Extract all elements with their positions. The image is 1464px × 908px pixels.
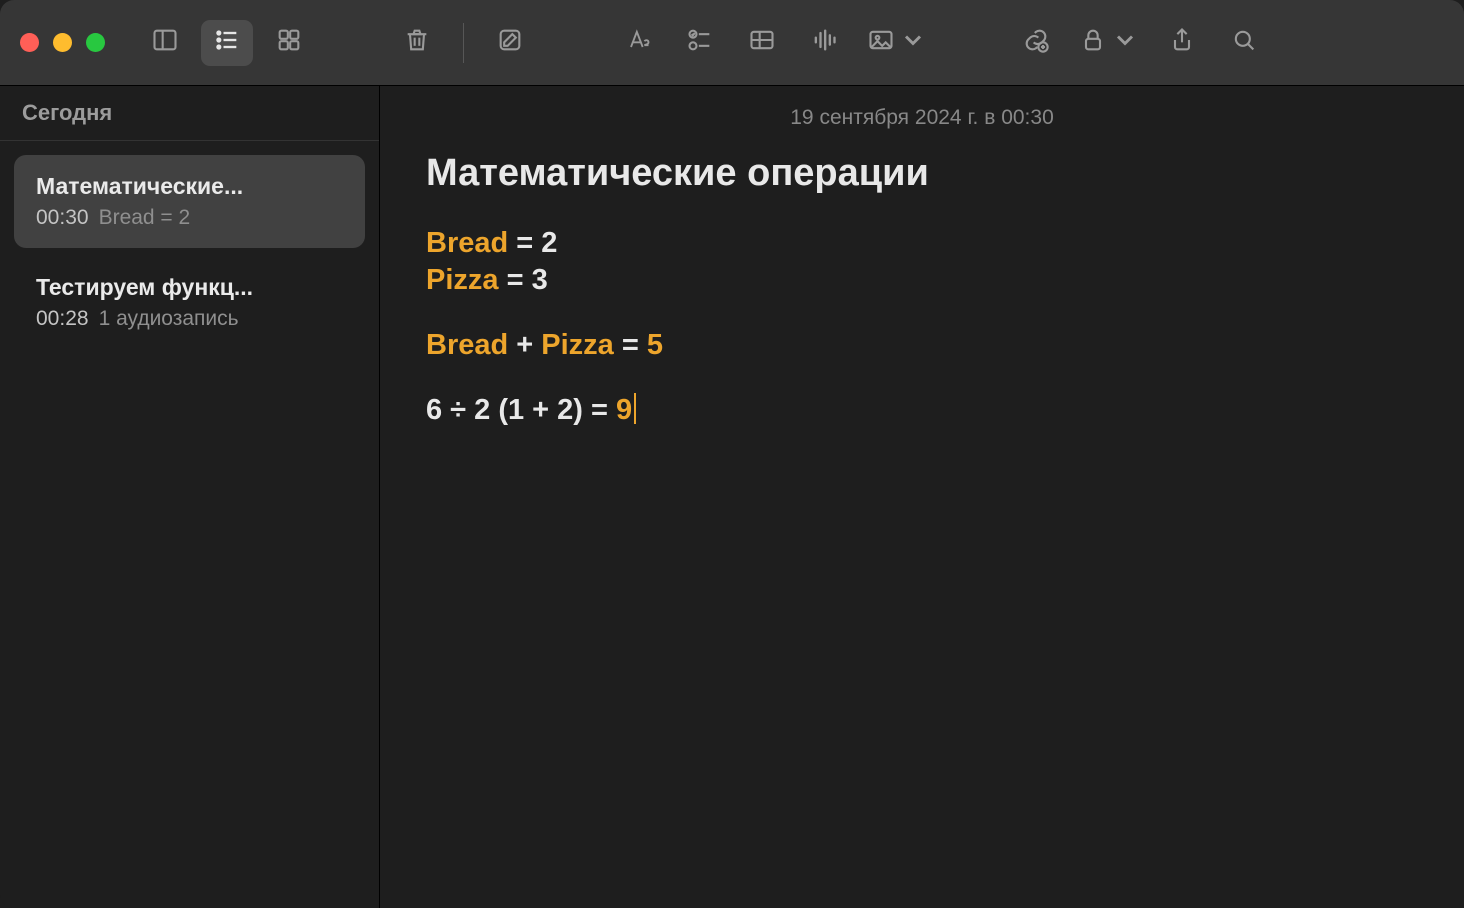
checklist-button[interactable]: [674, 20, 726, 66]
link-add-icon: [1022, 26, 1050, 59]
trash-icon: [403, 26, 431, 59]
list-view-button[interactable]: [201, 20, 253, 66]
chevron-down-icon: [899, 26, 927, 59]
note-list-item[interactable]: Тестируем функц... 00:28 1 аудиозапись: [14, 256, 365, 349]
math-text: =: [614, 329, 647, 361]
note-item-preview: 1 аудиозапись: [99, 307, 239, 331]
close-window-button[interactable]: [20, 33, 39, 52]
math-variable: Pizza: [541, 329, 614, 361]
grid-view-button[interactable]: [263, 20, 315, 66]
audio-waveform-icon: [810, 26, 838, 59]
note-item-subtitle: 00:30 Bread = 2: [36, 206, 343, 230]
minimize-window-button[interactable]: [53, 33, 72, 52]
note-item-title: Математические...: [36, 173, 343, 200]
sidebar-toggle-icon: [151, 26, 179, 59]
note-body[interactable]: Математические операции Bread = 2 Pizza …: [380, 134, 1464, 497]
grid-view-icon: [275, 26, 303, 59]
note-item-preview: Bread = 2: [99, 206, 191, 230]
note-item-time: 00:30: [36, 206, 89, 230]
audio-button[interactable]: [798, 20, 850, 66]
photo-icon: [867, 26, 895, 59]
note-list: Математические... 00:30 Bread = 2 Тестир…: [0, 141, 379, 363]
math-text: = 2: [508, 227, 557, 259]
math-line: Bread = 2: [426, 225, 1418, 262]
note-item-subtitle: 00:28 1 аудиозапись: [36, 307, 343, 331]
math-block: Bread + Pizza = 5: [426, 327, 1418, 364]
toolbar: [0, 0, 1464, 86]
math-text: 6 ÷ 2 (1 + 2) =: [426, 394, 616, 426]
math-variable: Bread: [426, 227, 508, 259]
search-icon: [1230, 26, 1258, 59]
app-body: Сегодня Математические... 00:30 Bread = …: [0, 86, 1464, 908]
math-result: 5: [647, 329, 663, 361]
sidebar-section-label: Сегодня: [0, 86, 379, 141]
window-controls: [20, 33, 105, 52]
math-line: Pizza = 3: [426, 262, 1418, 299]
math-text: = 3: [499, 264, 548, 296]
delete-button[interactable]: [391, 20, 443, 66]
note-item-time: 00:28: [36, 307, 89, 331]
format-button[interactable]: [612, 20, 664, 66]
format-text-icon: [624, 26, 652, 59]
media-button[interactable]: [860, 20, 934, 66]
math-block: Bread = 2 Pizza = 3: [426, 225, 1418, 299]
share-icon: [1168, 26, 1196, 59]
search-button[interactable]: [1218, 20, 1270, 66]
note-list-item[interactable]: Математические... 00:30 Bread = 2: [14, 155, 365, 248]
math-block: 6 ÷ 2 (1 + 2) = 9: [426, 392, 1418, 429]
math-text: +: [508, 329, 541, 361]
share-button[interactable]: [1156, 20, 1208, 66]
list-view-icon: [213, 26, 241, 59]
link-button[interactable]: [1010, 20, 1062, 66]
zoom-window-button[interactable]: [86, 33, 105, 52]
note-item-title: Тестируем функц...: [36, 274, 343, 301]
compose-icon: [496, 26, 524, 59]
note-date: 19 сентября 2024 г. в 00:30: [380, 86, 1464, 134]
sidebar-toggle-button[interactable]: [139, 20, 191, 66]
checklist-icon: [686, 26, 714, 59]
math-result: 9: [616, 394, 632, 426]
note-editor[interactable]: 19 сентября 2024 г. в 00:30 Математическ…: [380, 86, 1464, 908]
note-title: Математические операции: [426, 152, 1418, 195]
toolbar-divider: [463, 23, 464, 63]
lock-icon: [1079, 26, 1107, 59]
math-variable: Bread: [426, 329, 508, 361]
math-line: Bread + Pizza = 5: [426, 327, 1418, 364]
note-list-sidebar: Сегодня Математические... 00:30 Bread = …: [0, 86, 380, 908]
math-line: 6 ÷ 2 (1 + 2) = 9: [426, 392, 1418, 429]
lock-button[interactable]: [1072, 20, 1146, 66]
table-button[interactable]: [736, 20, 788, 66]
compose-button[interactable]: [484, 20, 536, 66]
math-variable: Pizza: [426, 264, 499, 296]
app-window: Сегодня Математические... 00:30 Bread = …: [0, 0, 1464, 908]
table-icon: [748, 26, 776, 59]
chevron-down-icon: [1111, 26, 1139, 59]
text-cursor: [634, 393, 636, 423]
